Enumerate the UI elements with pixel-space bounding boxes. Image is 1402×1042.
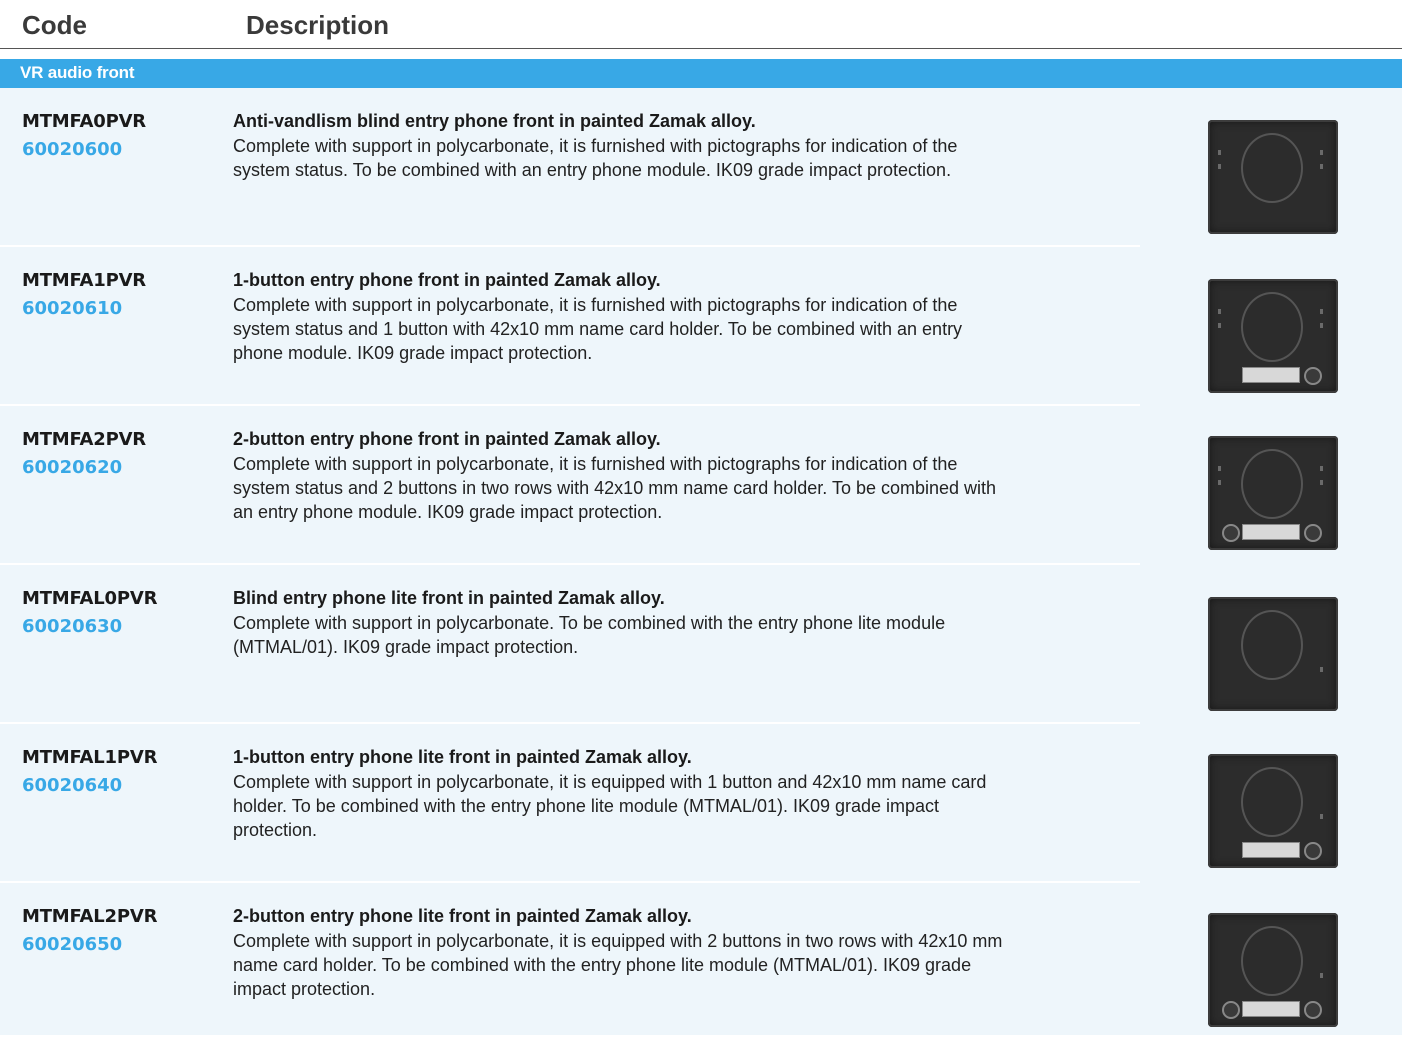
product-description: Complete with support in polycarbonate, … bbox=[233, 772, 987, 840]
product-image bbox=[1208, 436, 1338, 550]
product-image bbox=[1208, 754, 1338, 868]
product-number: 60020640 bbox=[22, 775, 123, 796]
product-image bbox=[1208, 913, 1338, 1027]
product-code: MTMFA0PVR bbox=[22, 111, 146, 132]
product-code: MTMFA1PVR bbox=[22, 270, 146, 291]
product-description: Complete with support in polycarbonate, … bbox=[233, 931, 1003, 999]
product-row: MTMFAL1PVR 60020640 1-button entry phone… bbox=[0, 724, 1402, 883]
product-title: Anti-vandlism blind entry phone front in… bbox=[233, 111, 756, 131]
section-title: VR audio front bbox=[20, 63, 135, 82]
product-image bbox=[1208, 279, 1338, 393]
table-header: Code Description bbox=[0, 0, 1402, 49]
product-image bbox=[1208, 597, 1338, 711]
product-number: 60020650 bbox=[22, 934, 123, 955]
product-row: MTMFA0PVR 60020600 Anti-vandlism blind e… bbox=[0, 88, 1402, 247]
product-row: MTMFAL2PVR 60020650 2-button entry phone… bbox=[0, 883, 1402, 1042]
product-description: Complete with support in polycarbonate, … bbox=[233, 295, 963, 363]
product-description: Complete with support in polycarbonate, … bbox=[233, 454, 997, 522]
product-number: 60020600 bbox=[22, 139, 123, 160]
description-column-header: Description bbox=[246, 10, 390, 40]
section-header: VR audio front bbox=[0, 59, 1402, 88]
product-code: MTMFAL0PVR bbox=[22, 588, 158, 609]
product-image bbox=[1208, 120, 1338, 234]
product-title: 2-button entry phone lite front in paint… bbox=[233, 906, 692, 926]
product-code: MTMFA2PVR bbox=[22, 429, 146, 450]
product-title: 1-button entry phone lite front in paint… bbox=[233, 747, 692, 767]
product-title: 2-button entry phone front in painted Za… bbox=[233, 429, 661, 449]
product-list: MTMFA0PVR 60020600 Anti-vandlism blind e… bbox=[0, 88, 1402, 1035]
product-number: 60020630 bbox=[22, 616, 123, 637]
product-code: MTMFAL1PVR bbox=[22, 747, 158, 768]
product-row: MTMFAL0PVR 60020630 Blind entry phone li… bbox=[0, 565, 1402, 724]
product-description: Complete with support in polycarbonate, … bbox=[233, 136, 958, 180]
product-description: Complete with support in polycarbonate. … bbox=[233, 613, 946, 657]
code-column-header: Code bbox=[22, 10, 87, 40]
product-row: MTMFA2PVR 60020620 2-button entry phone … bbox=[0, 406, 1402, 565]
product-number: 60020620 bbox=[22, 457, 123, 478]
product-code: MTMFAL2PVR bbox=[22, 906, 158, 927]
product-number: 60020610 bbox=[22, 298, 123, 319]
product-title: 1-button entry phone front in painted Za… bbox=[233, 270, 661, 290]
product-row: MTMFA1PVR 60020610 1-button entry phone … bbox=[0, 247, 1402, 406]
product-title: Blind entry phone lite front in painted … bbox=[233, 588, 665, 608]
